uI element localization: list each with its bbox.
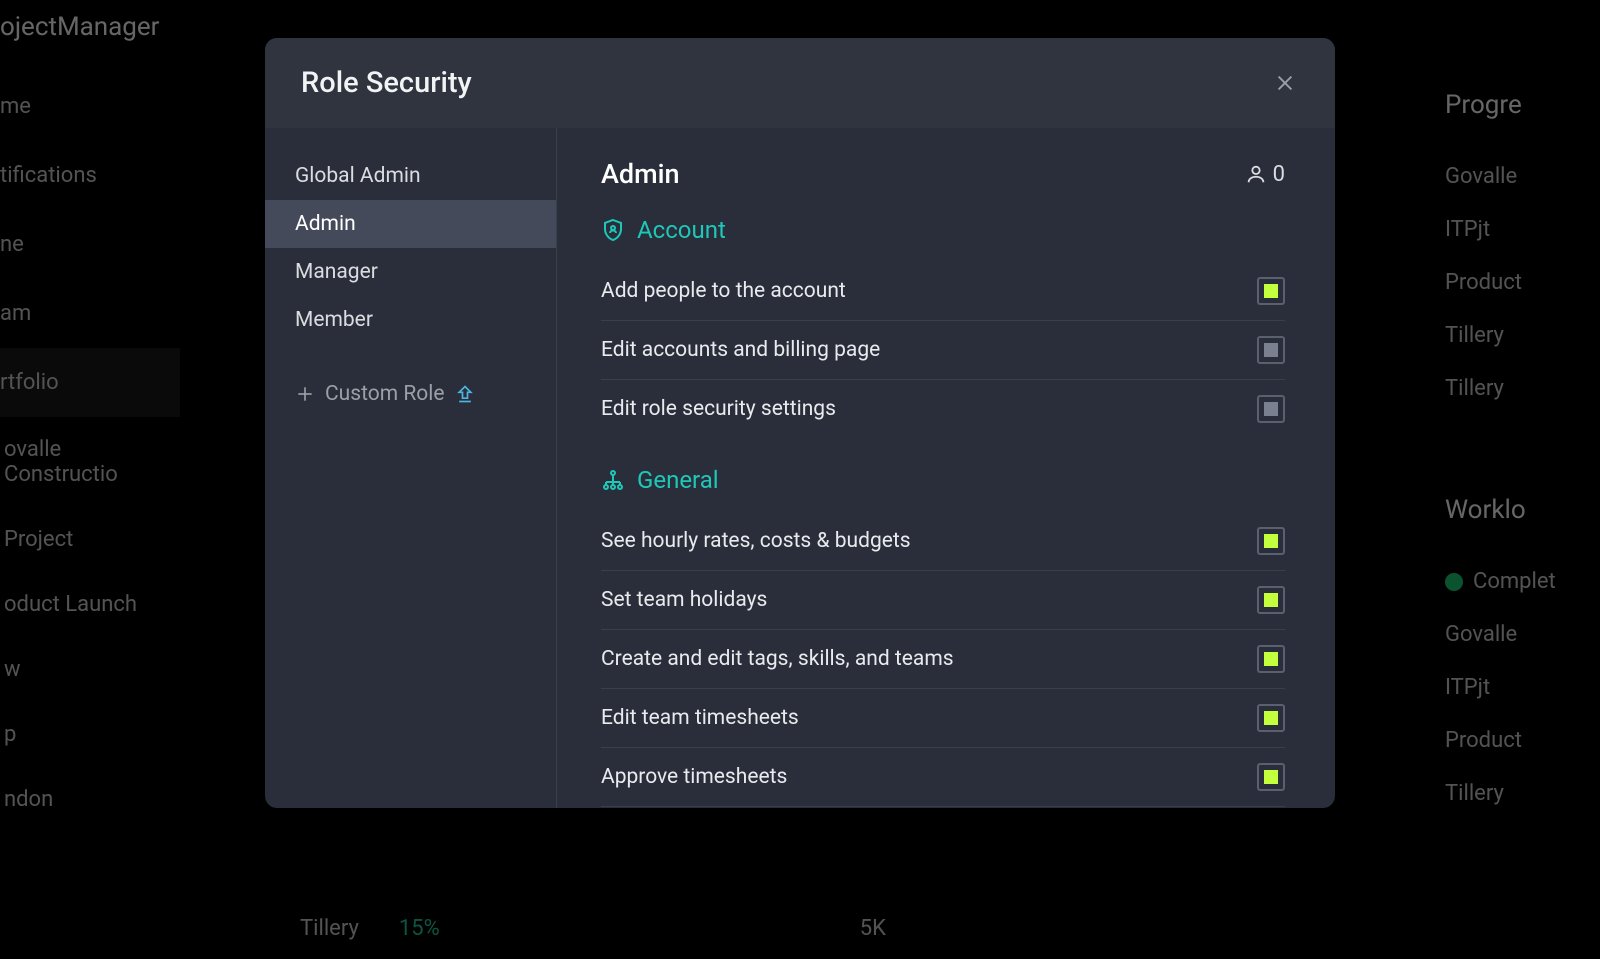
role-sidebar: Global Admin Admin Manager Member Custom… <box>265 128 557 808</box>
section-title-general: General <box>637 466 719 494</box>
perm-row: Edit accounts and billing page <box>601 321 1285 380</box>
role-item-manager[interactable]: Manager <box>265 248 556 296</box>
close-icon <box>1274 72 1296 94</box>
modal-body: Global Admin Admin Manager Member Custom… <box>265 128 1335 808</box>
plus-icon <box>295 384 315 404</box>
perm-row: Add people to the account <box>601 262 1285 321</box>
perm-row: Set team holidays <box>601 571 1285 630</box>
close-button[interactable] <box>1271 69 1299 97</box>
perm-label: Edit team timesheets <box>601 706 799 730</box>
role-name-heading: Admin <box>601 158 680 190</box>
sitemap-icon <box>601 468 625 492</box>
section-account: Account Add people to the account Edit a… <box>601 216 1285 438</box>
perm-checkbox[interactable] <box>1257 527 1285 555</box>
role-security-modal: Role Security Global Admin Admin Manager… <box>265 38 1335 808</box>
perm-checkbox[interactable] <box>1257 704 1285 732</box>
section-header-account: Account <box>601 216 1285 244</box>
user-count: 0 <box>1245 162 1285 187</box>
perm-row: Approve timesheets <box>601 748 1285 807</box>
perm-label: Edit role security settings <box>601 397 836 421</box>
role-content-header: Admin 0 <box>601 158 1285 190</box>
perm-checkbox[interactable] <box>1257 336 1285 364</box>
role-content[interactable]: Admin 0 Account Add people to the accoun… <box>557 128 1335 808</box>
perm-checkbox[interactable] <box>1257 395 1285 423</box>
perm-label: See hourly rates, costs & budgets <box>601 529 911 553</box>
shield-icon <box>601 218 625 242</box>
perm-checkbox[interactable] <box>1257 277 1285 305</box>
perm-checkbox[interactable] <box>1257 763 1285 791</box>
perm-label: Create and edit tags, skills, and teams <box>601 647 954 671</box>
perm-row: Create/edit important project info acros… <box>601 807 1285 808</box>
perm-row: Create and edit tags, skills, and teams <box>601 630 1285 689</box>
modal-title: Role Security <box>301 66 472 100</box>
custom-role-label: Custom Role <box>325 382 445 406</box>
perm-label: Approve timesheets <box>601 765 787 789</box>
perm-row: See hourly rates, costs & budgets <box>601 512 1285 571</box>
perm-label: Set team holidays <box>601 588 767 612</box>
user-count-value: 0 <box>1273 162 1285 187</box>
role-item-global-admin[interactable]: Global Admin <box>265 152 556 200</box>
section-header-general: General <box>601 466 1285 494</box>
modal-overlay: Role Security Global Admin Admin Manager… <box>0 0 1600 959</box>
section-general: General See hourly rates, costs & budget… <box>601 466 1285 808</box>
modal-header: Role Security <box>265 38 1335 128</box>
perm-checkbox[interactable] <box>1257 645 1285 673</box>
perm-label: Edit accounts and billing page <box>601 338 880 362</box>
custom-role-button[interactable]: Custom Role <box>265 370 556 418</box>
upgrade-icon <box>455 384 475 404</box>
section-title-account: Account <box>637 216 726 244</box>
role-item-admin[interactable]: Admin <box>265 200 556 248</box>
perm-row: Edit role security settings <box>601 380 1285 438</box>
perm-checkbox[interactable] <box>1257 586 1285 614</box>
user-icon <box>1245 163 1267 185</box>
role-item-member[interactable]: Member <box>265 296 556 344</box>
perm-label: Add people to the account <box>601 279 846 303</box>
perm-row: Edit team timesheets <box>601 689 1285 748</box>
